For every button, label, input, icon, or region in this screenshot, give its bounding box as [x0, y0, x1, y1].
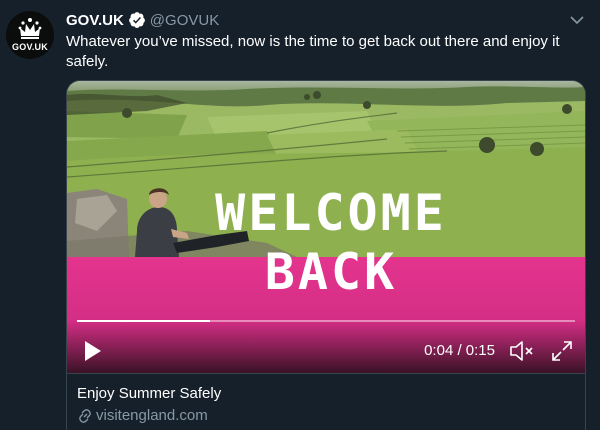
mute-button[interactable] [509, 340, 535, 367]
display-name[interactable]: GOV.UK [66, 12, 124, 29]
play-button[interactable] [83, 340, 103, 362]
chevron-down-icon[interactable] [570, 12, 584, 30]
fullscreen-button[interactable] [551, 340, 573, 367]
avatar-logo-text: GOV.UK [12, 42, 48, 52]
media-card[interactable]: WELCOME BACK 0:04 / 0:15 Enjoy Summer Sa… [66, 80, 586, 430]
card-title[interactable]: Enjoy Summer Safely [77, 385, 221, 402]
tweet-header: GOV.UK @GOVUK [66, 10, 219, 30]
tweet-text: Whatever you’ve missed, now is the time … [66, 33, 560, 70]
progress-bar-fill [77, 320, 210, 322]
crown-icon [18, 18, 42, 39]
card-info[interactable]: Enjoy Summer Safely visitengland.com [67, 373, 585, 430]
speaker-muted-icon [510, 341, 533, 361]
video-overlay-title: WELCOME [215, 184, 447, 242]
card-link[interactable]: visitengland.com [77, 407, 208, 424]
handle[interactable]: @GOVUK [150, 12, 219, 29]
play-icon [85, 341, 101, 361]
progress-bar[interactable] [77, 320, 575, 322]
verified-badge-icon [128, 11, 146, 29]
video-player[interactable]: WELCOME BACK 0:04 / 0:15 [67, 81, 585, 373]
video-overlay-subtitle: BACK [264, 243, 398, 301]
avatar[interactable]: GOV.UK [6, 11, 54, 59]
video-time: 0:04 / 0:15 [424, 342, 495, 359]
card-domain: visitengland.com [96, 407, 208, 424]
fullscreen-icon [552, 341, 572, 361]
link-icon [79, 408, 91, 423]
